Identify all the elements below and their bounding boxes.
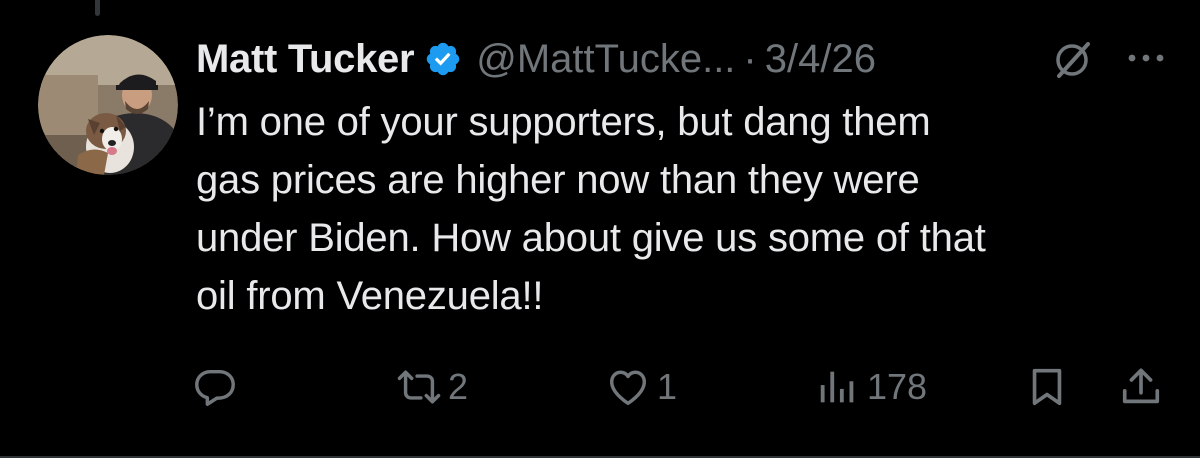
tweet-text-line: oil from Venezuela!! <box>196 274 544 318</box>
author-handle[interactable]: @MattTucke... <box>476 37 735 82</box>
more-options-icon[interactable] <box>1124 46 1168 70</box>
share-button[interactable] <box>1118 362 1164 412</box>
grok-icon[interactable] <box>1050 38 1094 82</box>
repost-button[interactable]: 2 <box>396 362 468 412</box>
author-display-name[interactable]: Matt Tucker <box>196 37 415 82</box>
reply-button[interactable] <box>192 362 238 412</box>
bookmark-icon <box>1032 368 1062 406</box>
views-button[interactable]: 178 <box>815 362 927 412</box>
tweet-header: Matt Tucker @MattTucke... · 3/4/26 <box>196 30 876 88</box>
heart-icon <box>609 370 647 406</box>
reply-icon <box>195 369 235 406</box>
views-icon <box>820 371 854 403</box>
tweet-date[interactable]: 3/4/26 <box>765 37 876 82</box>
repost-count: 2 <box>448 366 469 407</box>
repost-icon <box>397 370 441 404</box>
like-button[interactable]: 1 <box>605 362 677 412</box>
bookmark-button[interactable] <box>1024 362 1070 412</box>
tweet-text-line: under Biden. How about give us some of t… <box>196 216 986 260</box>
avatar-photo <box>38 35 178 175</box>
tweet-text-line: I’m one of your supporters, but dang the… <box>196 100 931 144</box>
views-count: 178 <box>867 366 928 407</box>
tweet-text: I’m one of your supporters, but dang the… <box>196 93 1176 325</box>
separator-dot: · <box>743 36 757 81</box>
tweet-text-line: gas prices are higher now than they were <box>196 158 920 202</box>
like-count: 1 <box>657 366 678 407</box>
thread-connector-line <box>95 0 100 16</box>
share-icon <box>1122 368 1160 404</box>
avatar[interactable] <box>38 35 178 175</box>
verified-badge-icon[interactable] <box>424 40 462 78</box>
